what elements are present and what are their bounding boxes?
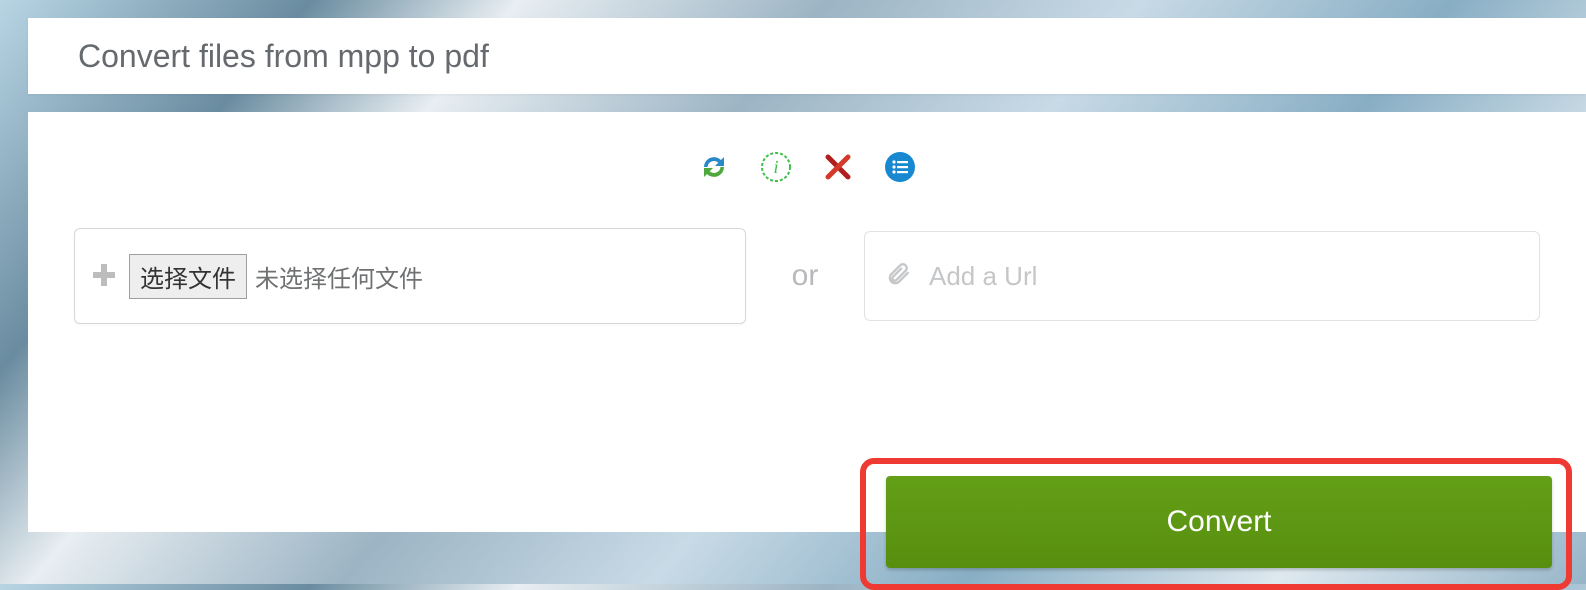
info-icon[interactable]: i [759, 150, 793, 184]
url-input[interactable] [929, 261, 1519, 292]
no-file-label: 未选择任何文件 [255, 259, 423, 294]
paperclip-icon [885, 261, 911, 292]
list-icon[interactable] [883, 150, 917, 184]
refresh-icon[interactable] [697, 150, 731, 184]
plus-icon [91, 255, 117, 297]
url-input-box[interactable] [864, 231, 1540, 321]
header-bar: Convert files from mpp to pdf [28, 18, 1586, 94]
svg-text:i: i [773, 157, 778, 177]
main-panel: i 选择文件 未选择任何文件 or [28, 112, 1586, 532]
choose-file-button[interactable]: 选择文件 [129, 254, 247, 299]
input-row: 选择文件 未选择任何文件 or [74, 228, 1540, 324]
or-separator: or [772, 259, 838, 293]
delete-icon[interactable] [821, 150, 855, 184]
convert-button[interactable]: Convert [886, 476, 1552, 568]
toolbar: i [74, 142, 1540, 192]
file-upload-box[interactable]: 选择文件 未选择任何文件 [74, 228, 746, 324]
page-title: Convert files from mpp to pdf [78, 38, 489, 75]
